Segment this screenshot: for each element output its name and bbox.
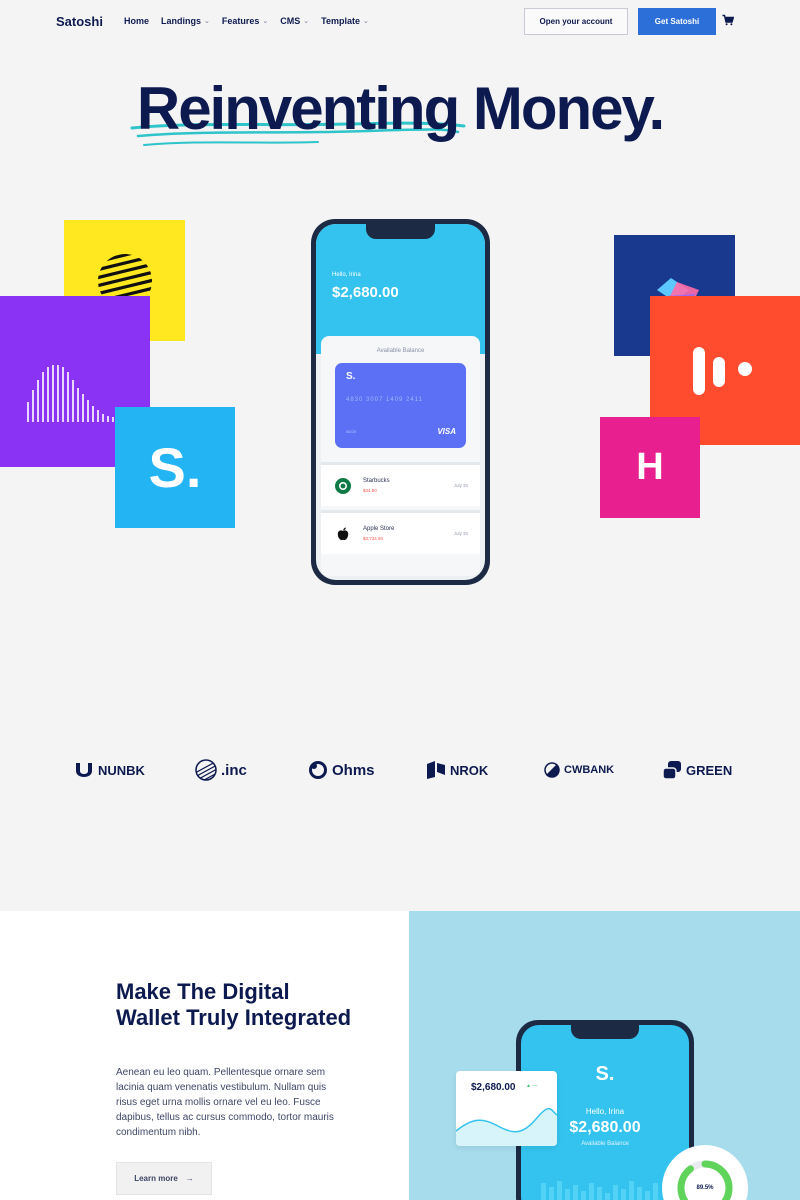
main-menu: Home Landings ⌄ Features ⌄ CMS ⌄ Template ⌄ xyxy=(124,16,369,26)
section-body: Aenean eu leo quam. Pellentesque ornare … xyxy=(116,1067,334,1138)
apple-icon xyxy=(337,527,349,541)
pause-dot-icon xyxy=(693,346,752,395)
phone-screen: Hello, Irina $2,680.00 Available Balance… xyxy=(316,224,485,580)
partner-name: .inc xyxy=(221,761,247,779)
progress-donut: 89.5% xyxy=(662,1145,748,1200)
partner-logo-inc: .inc xyxy=(195,758,247,782)
partner-logo-green: GREEN xyxy=(662,758,732,782)
hero-title: Reinventing Money. xyxy=(136,75,665,142)
chevron-down-icon: ⌄ xyxy=(303,18,310,25)
balance-bar-graphic xyxy=(541,1181,658,1200)
donut-ring xyxy=(677,1160,733,1200)
partner-name: CWBANK xyxy=(564,764,615,776)
credit-card[interactable]: S. 4830 3007 1409 2411 05/25 VISA xyxy=(335,363,466,448)
menu-item-landings[interactable]: Landings ⌄ xyxy=(161,16,210,26)
arrow-right-icon: → xyxy=(185,1174,194,1183)
balance-amount: $2,680.00 xyxy=(332,284,399,301)
partner-name: Ohms xyxy=(332,761,375,779)
menu-label: Home xyxy=(124,16,150,26)
cart-icon[interactable] xyxy=(722,14,734,26)
partner-logos: NUNBK .inc Ohms NROK CWBANK GREEN xyxy=(0,758,800,782)
ohms-icon xyxy=(309,761,327,779)
card-expiry: 05/25 xyxy=(346,429,357,434)
menu-item-features[interactable]: Features ⌄ xyxy=(222,16,268,26)
nunbk-icon xyxy=(76,763,92,777)
open-account-button[interactable]: Open your account xyxy=(524,8,628,35)
partner-logo-nunbk: NUNBK xyxy=(74,758,145,782)
menu-item-template[interactable]: Template ⌄ xyxy=(321,16,369,26)
transaction-name: Starbucks xyxy=(363,478,390,484)
feature-section-text-panel xyxy=(0,911,409,1200)
partner-logo-nrok: NROK xyxy=(426,758,488,782)
balance-stat-card: $2,680.00 ▲ — xyxy=(456,1071,557,1146)
menu-label: Template xyxy=(321,16,361,26)
top-nav: Satoshi Home Landings ⌄ Features ⌄ CMS ⌄ Te… xyxy=(0,0,800,44)
transaction-row[interactable]: Apple Store $3,734.50 July 30 xyxy=(321,510,480,554)
learn-more-label: Learn more xyxy=(134,1174,178,1183)
menu-label: Landings xyxy=(161,16,202,26)
phone-mockup: Hello, Irina $2,680.00 Available Balance… xyxy=(311,219,490,585)
stat-value: $2,680.00 xyxy=(471,1082,516,1093)
partner-logo-ohms: Ohms xyxy=(308,758,375,782)
tile-letter: S. xyxy=(148,436,202,499)
learn-more-button[interactable]: Learn more → xyxy=(116,1162,212,1195)
chevron-down-icon: ⌄ xyxy=(363,18,369,25)
card-number: 4830 3007 1409 2411 xyxy=(346,397,423,403)
partner-name: NUNBK xyxy=(98,762,145,778)
cwbank-icon xyxy=(544,762,560,778)
phone-notch xyxy=(571,1025,639,1039)
transaction-date: July 30 xyxy=(453,483,468,488)
visa-logo: VISA xyxy=(437,427,456,436)
soundwave-icon xyxy=(27,364,114,422)
menu-item-home[interactable]: Home xyxy=(124,16,149,26)
green-icon xyxy=(662,761,681,780)
trend-line-graphic xyxy=(456,1108,557,1146)
menu-label: CMS xyxy=(280,16,301,26)
menu-label: Features xyxy=(221,16,260,26)
satoshi-s-tile: S. xyxy=(115,407,235,528)
section-title: Make The Digital Wallet Truly Integrated xyxy=(116,979,352,1030)
get-satoshi-button[interactable]: Get Satoshi xyxy=(638,8,716,35)
greeting-text: Hello, Irina xyxy=(332,272,361,278)
available-balance-label: Available Balance xyxy=(376,348,425,354)
balance-panel: Available Balance S. 4830 3007 1409 2411… xyxy=(321,336,480,576)
tile-letter: H xyxy=(636,446,664,488)
donut-percent: 89.5% xyxy=(696,1185,714,1191)
transaction-name: Apple Store xyxy=(363,526,395,532)
phone-notch xyxy=(366,224,435,239)
transaction-date: July 30 xyxy=(453,531,468,536)
chevron-down-icon: ⌄ xyxy=(204,18,210,25)
menu-item-cms[interactable]: CMS ⌄ xyxy=(280,16,309,26)
transaction-amount: $34.50 xyxy=(363,488,377,493)
nrok-icon xyxy=(427,761,445,779)
partner-name: GREEN xyxy=(686,762,733,778)
brand-logo[interactable]: Satoshi xyxy=(56,14,103,29)
partner-logo-cwbank: CWBANK xyxy=(544,758,614,782)
chevron-down-icon: ⌄ xyxy=(262,18,269,25)
card-logo: S. xyxy=(346,371,356,382)
transaction-row[interactable]: Starbucks $34.50 July 30 xyxy=(321,462,480,506)
starbucks-icon xyxy=(335,478,351,494)
h-tile: H xyxy=(600,417,700,518)
partner-name: NROK xyxy=(450,762,489,778)
transaction-amount: $3,734.50 xyxy=(363,536,384,541)
trend-up-icon: ▲ — xyxy=(526,1083,538,1089)
inc-icon xyxy=(195,759,217,781)
